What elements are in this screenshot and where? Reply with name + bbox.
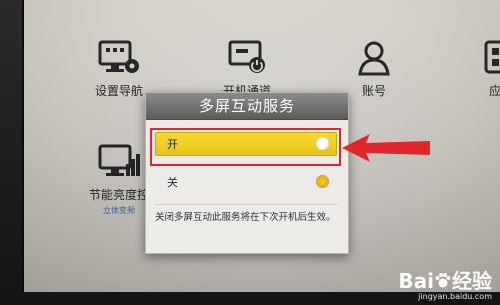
radio-unselected-icon xyxy=(317,176,328,187)
energy-brightness-icon xyxy=(98,144,140,176)
tile-apps[interactable]: 应用 xyxy=(456,38,500,99)
option-label: 关 xyxy=(167,176,178,189)
tile-account[interactable]: 账号 xyxy=(329,38,419,99)
dialog-title: 多屏互动服务 xyxy=(146,93,348,120)
power-channel-icon xyxy=(228,40,265,73)
dialog-divider xyxy=(155,204,337,205)
annotation-highlight-box xyxy=(150,128,341,166)
baidu-jingyan-watermark: Bai 经验 jingyan.baidu.com xyxy=(398,265,492,301)
tile-settings-navigation[interactable]: 设置导航 xyxy=(74,38,164,99)
tile-power-channel[interactable]: 开机通道 xyxy=(202,38,292,99)
user-icon xyxy=(358,41,390,76)
dialog-note: 关闭多屏互动此服务将在下次开机后生效。 xyxy=(155,212,336,223)
multiscreen-dialog: 多屏互动服务 开 关 关闭多屏互动此服务将在下次开机后生效。 xyxy=(145,92,349,254)
option-off[interactable]: 关 xyxy=(155,170,337,194)
app-icon xyxy=(484,40,500,74)
settings-display-icon xyxy=(98,40,139,73)
tile-label: 应用 xyxy=(488,84,500,98)
watermark-logo-left: Bai xyxy=(398,269,434,293)
paw-icon xyxy=(435,273,451,288)
annotation-arrow-icon xyxy=(342,134,430,162)
watermark-logo: Bai 经验 xyxy=(398,265,492,294)
watermark-logo-right: 经验 xyxy=(452,269,492,293)
